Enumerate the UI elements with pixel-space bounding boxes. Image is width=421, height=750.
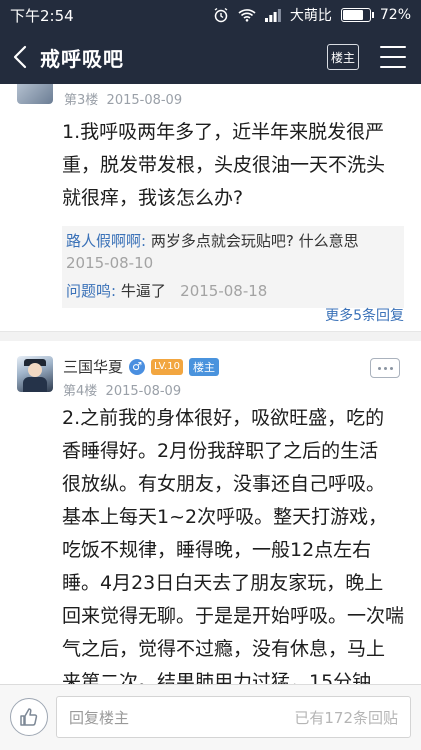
floor-label: 第4楼 xyxy=(63,384,98,399)
post-line: 香睡得好。2月份我辞职了之后的生活 xyxy=(62,440,379,462)
post-line: 吃饭不规律，睡得晚，一般12点左右 xyxy=(62,539,372,561)
back-arrow-icon xyxy=(13,45,27,69)
comment-item[interactable]: 路人假啊啊: 两岁多点就会玩贴吧? 什么意思 2015-08-10 xyxy=(66,230,400,274)
post-date: 2015-08-09 xyxy=(105,384,182,399)
alarm-icon xyxy=(214,7,228,23)
like-button[interactable] xyxy=(10,698,48,736)
post-line: 很放纵。有女朋友，没事还自己呼吸。 xyxy=(62,473,386,495)
post-meta: 第4楼 2015-08-09 xyxy=(63,380,181,399)
post-meta: 第3楼 2015-08-09 xyxy=(64,89,182,108)
host-badge: 楼主 xyxy=(188,357,219,376)
comment-user[interactable]: 路人假啊啊: xyxy=(66,232,146,250)
back-button[interactable] xyxy=(0,30,40,84)
reply-input[interactable]: 回复楼主 已有172条回贴 xyxy=(56,696,411,738)
username[interactable]: 三国华夏 xyxy=(63,356,123,377)
menu-icon[interactable] xyxy=(380,46,406,68)
comment-user[interactable]: 问题鸣: xyxy=(66,282,116,300)
post-line: 重，脱发带发根，头皮很油一天不洗头 xyxy=(62,154,386,176)
post-date: 2015-08-09 xyxy=(106,93,183,108)
post-body: 2.之前我的身体很好，吸欲旺盛，吃的 香睡得好。2月份我辞职了之后的生活 很放纵… xyxy=(62,402,407,684)
status-icons: 大萌比 72% xyxy=(213,5,411,25)
post-line: 来第二次。结果肺用力过猛，15分钟 xyxy=(62,671,372,684)
more-replies-link[interactable]: 更多5条回复 xyxy=(325,305,404,325)
floor-divider xyxy=(0,331,421,341)
page-title: 戒呼吸吧 xyxy=(40,46,124,71)
post-line: 回来觉得无聊。于是是开始呼吸。一次喘 xyxy=(62,605,405,627)
nav-bar: 戒呼吸吧 楼主 xyxy=(0,30,421,84)
comment-time: 2015-08-18 xyxy=(180,282,268,300)
post-line: 睡。4月23日白天去了朋友家玩，晚上 xyxy=(62,572,384,594)
carrier-name: 大萌比 xyxy=(289,8,332,24)
reply-placeholder: 回复楼主 xyxy=(69,708,130,727)
wifi-icon xyxy=(238,9,256,22)
avatar[interactable] xyxy=(17,84,53,104)
avatar[interactable] xyxy=(17,356,53,392)
battery-fill xyxy=(342,10,364,20)
level-badge: LV.10 xyxy=(151,358,183,375)
post-line: 1.我呼吸两年多了，近半年来脱发很严 xyxy=(62,121,385,143)
signal-icon xyxy=(264,8,281,22)
post-options-button[interactable] xyxy=(370,358,400,378)
thread-content: 第3楼 2015-08-09 1.我呼吸两年多了，近半年来脱发很严 重，脱发带发… xyxy=(0,84,421,684)
post-author: 三国华夏 ♂ LV.10 楼主 xyxy=(63,356,219,377)
comment-item[interactable]: 问题鸣: 牛逼了 2015-08-18 xyxy=(66,280,400,302)
comment-list: 路人假啊啊: 两岁多点就会玩贴吧? 什么意思 2015-08-10 问题鸣: 牛… xyxy=(62,226,404,308)
post-line: 气之后，觉得不过瘾，没有休息，马上 xyxy=(62,638,386,660)
battery-icon xyxy=(340,8,374,22)
post-line: 2.之前我的身体很好，吸欲旺盛，吃的 xyxy=(62,407,385,429)
thumbs-up-icon xyxy=(20,708,38,726)
reply-count: 已有172条回贴 xyxy=(294,708,398,727)
status-bar: 下午2:54 大萌比 72% xyxy=(0,0,421,30)
comment-text: 牛逼了 xyxy=(120,282,166,300)
comment-text: 两岁多点就会玩贴吧? 什么意思 xyxy=(150,232,359,250)
battery-text: 72% xyxy=(379,7,411,23)
status-time: 下午2:54 xyxy=(10,6,74,25)
floor-label: 第3楼 xyxy=(64,93,99,108)
comment-time: 2015-08-10 xyxy=(66,254,154,272)
post-line: 就很痒，我该怎么办? xyxy=(62,187,244,209)
male-icon: ♂ xyxy=(129,358,146,375)
bottom-reply-bar: 回复楼主 已有172条回贴 xyxy=(0,684,421,750)
post-line: 基本上每天1~2次呼吸。整天打游戏， xyxy=(62,506,388,528)
post-body: 1.我呼吸两年多了，近半年来脱发很严 重，脱发带发根，头皮很油一天不洗头 就很痒… xyxy=(62,116,407,215)
only-op-button[interactable]: 楼主 xyxy=(327,44,359,70)
